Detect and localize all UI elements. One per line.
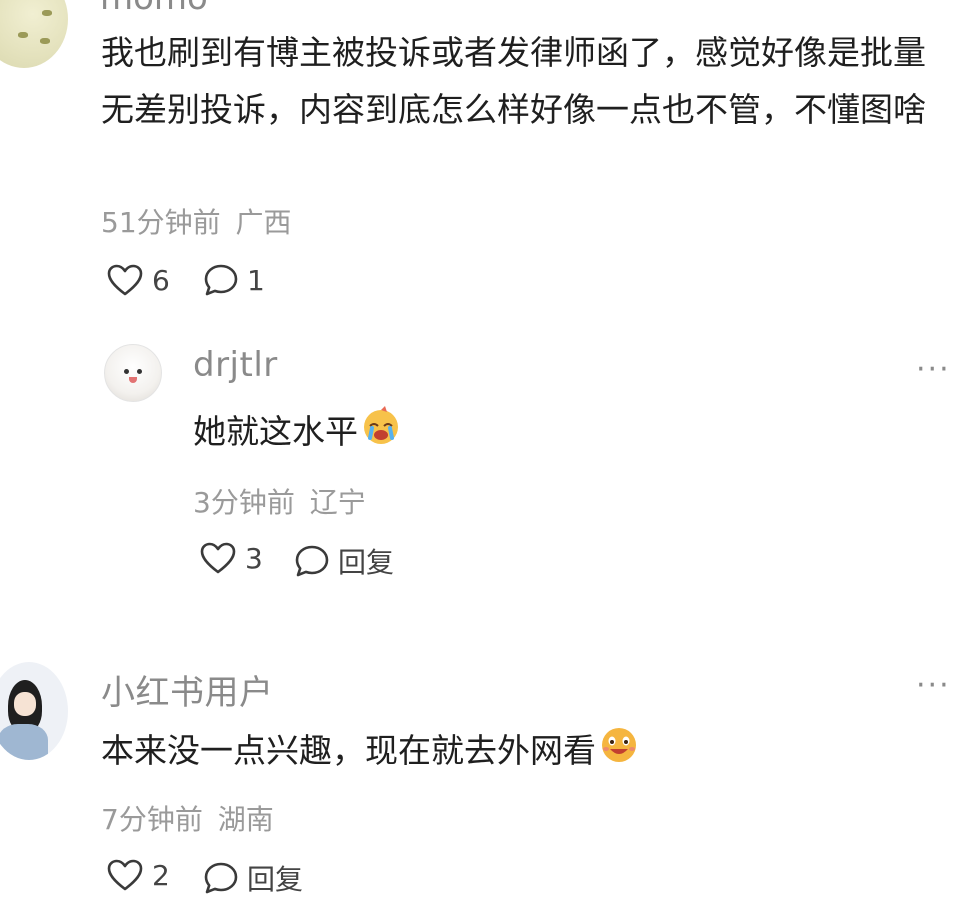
speech-bubble-icon bbox=[203, 861, 239, 895]
reply-button[interactable]: 回复 bbox=[203, 858, 303, 898]
like-count: 6 bbox=[152, 263, 170, 297]
heart-outline-icon bbox=[106, 263, 144, 297]
comment-location: 湖南 bbox=[217, 803, 274, 836]
comment-meta: 3分钟前 辽宁 bbox=[193, 481, 366, 521]
comment-text-row: 她就这水平 bbox=[193, 403, 402, 463]
avatar-drjtlr[interactable] bbox=[104, 344, 162, 402]
reply-button[interactable]: 回复 bbox=[294, 541, 394, 581]
comment-location: 辽宁 bbox=[309, 486, 366, 519]
comment-text: 她就这水平 bbox=[193, 412, 358, 451]
comment-username[interactable]: momo bbox=[100, 0, 208, 18]
heart-outline-icon bbox=[199, 541, 237, 575]
heart-outline-icon bbox=[106, 858, 144, 892]
crying-face-emoji bbox=[360, 404, 402, 463]
speech-bubble-icon bbox=[203, 263, 239, 297]
comment-username[interactable]: drjtlr bbox=[193, 345, 278, 385]
comment-meta: 51分钟前 广西 bbox=[101, 201, 292, 241]
like-count: 3 bbox=[245, 541, 263, 575]
like-button[interactable]: 2 bbox=[106, 858, 170, 892]
comment-username[interactable]: 小红书用户 bbox=[101, 665, 274, 714]
like-button[interactable]: 3 bbox=[199, 541, 263, 575]
grinning-face-emoji bbox=[598, 723, 640, 782]
avatar-momo[interactable] bbox=[0, 0, 68, 68]
reply-count-button[interactable]: 1 bbox=[203, 263, 265, 297]
like-button[interactable]: 6 bbox=[106, 263, 170, 297]
reply-count: 1 bbox=[247, 263, 265, 297]
comment-time: 51分钟前 bbox=[101, 206, 221, 239]
speech-bubble-icon bbox=[294, 544, 330, 578]
comment-location: 广西 bbox=[235, 206, 292, 239]
reply-label: 回复 bbox=[338, 546, 395, 579]
comment-time: 3分钟前 bbox=[193, 486, 295, 519]
avatar-xiaohongshu-user[interactable] bbox=[0, 662, 68, 760]
reply-label: 回复 bbox=[247, 863, 304, 896]
comment-text: 本来没一点兴趣，现在就去外网看 bbox=[101, 731, 596, 770]
like-count: 2 bbox=[152, 858, 170, 892]
more-options-button[interactable]: ··· bbox=[916, 352, 951, 387]
more-options-button[interactable]: ··· bbox=[916, 668, 951, 703]
comment-time: 7分钟前 bbox=[101, 803, 203, 836]
comment-text: 我也刷到有博主被投诉或者发律师函了，感觉好像是批量无差别投诉，内容到底怎么样好像… bbox=[101, 33, 926, 129]
comment-text-row: 本来没一点兴趣，现在就去外网看 bbox=[101, 722, 640, 782]
comment-meta: 7分钟前 湖南 bbox=[101, 798, 274, 838]
